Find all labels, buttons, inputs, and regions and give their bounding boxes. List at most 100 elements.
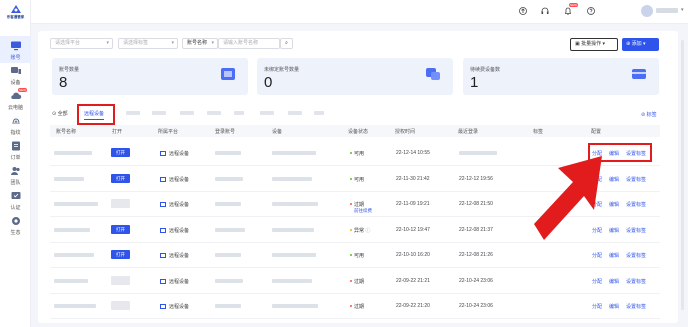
tab-blurred[interactable] (126, 111, 140, 115)
tag-manage-link[interactable]: ⊘ 标签 (641, 111, 657, 118)
remote-device-icon (160, 202, 166, 207)
sidebar-item-label: 生态 (10, 230, 21, 236)
open-button-disabled (111, 199, 130, 208)
status-dot (350, 177, 352, 180)
th-last-login: 最近登录 (458, 129, 479, 135)
highlight-box-tab (77, 104, 115, 125)
devices-icon (10, 67, 21, 74)
search-field-label: 账号名称 (187, 40, 208, 46)
sidebar-item[interactable]: 生态 (0, 211, 31, 238)
brand: 乐客通管家 (4, 4, 27, 20)
sidebar-item[interactable]: 团队 (0, 161, 31, 188)
edit-link[interactable]: 编辑 (609, 303, 619, 310)
assign-link[interactable]: 分配 (592, 278, 602, 285)
device-blurred (272, 176, 312, 181)
tab-blurred[interactable] (152, 111, 166, 115)
device-status: 过期 (350, 201, 364, 208)
table-row: 打开 远程设备 可用 22-10-10 16:20 22-12-08 21:26 分配 编辑… (50, 243, 660, 268)
team-icon (10, 167, 20, 175)
username-blurred[interactable] (656, 8, 678, 13)
status-label: 过期 (354, 304, 365, 310)
set-tag-link[interactable]: 设置标签 (626, 303, 646, 310)
edit-link[interactable]: 编辑 (609, 201, 619, 208)
open-button[interactable]: 打开 (111, 173, 130, 183)
tag-link-label: 标签 (646, 112, 657, 118)
platform-label: 远程设备 (169, 253, 190, 259)
open-button[interactable]: 打开 (111, 224, 130, 234)
edit-link[interactable]: 编辑 (609, 227, 619, 234)
platform-cell: 远程设备 (160, 201, 189, 208)
sidebar-item-label: 团队 (10, 180, 21, 186)
headset-icon[interactable] (540, 6, 550, 16)
set-tag-link[interactable]: 设置标签 (626, 252, 646, 259)
device-status: 过期 (350, 303, 364, 310)
assign-link[interactable]: 分配 (592, 252, 602, 259)
last-login: 22-12-08 21:26 (459, 252, 493, 258)
th-device-status: 设备状态 (348, 129, 369, 135)
stat-card-unbound: 未绑定账号数量 0 (257, 58, 453, 95)
status-label: 可用 (354, 151, 365, 157)
sidebar-item[interactable]: 认证 (0, 186, 31, 213)
batch-operation-button[interactable]: ▣ 批量操作 ▾ (570, 38, 618, 51)
tab-blurred[interactable] (314, 111, 324, 115)
tab-blurred[interactable] (180, 111, 194, 115)
auth-time: 22-09-22 21:21 (396, 277, 430, 284)
tab-blurred[interactable] (207, 111, 221, 115)
sidebar-item[interactable]: 云电脑 NEW (0, 86, 31, 113)
avatar[interactable] (641, 5, 653, 17)
set-tag-link[interactable]: 设置标签 (626, 278, 646, 285)
login-account-blurred (215, 253, 241, 257)
info-icon[interactable]: ⓘ (365, 228, 370, 234)
tab-blurred[interactable] (260, 111, 274, 115)
monitor-icon (10, 41, 21, 51)
add-button[interactable]: ⊕ 添加 ▾ (622, 38, 659, 51)
verify-icon (11, 192, 20, 199)
edit-link[interactable]: 编辑 (609, 252, 619, 259)
assign-link[interactable]: 分配 (592, 303, 602, 310)
chevron-down-icon[interactable]: ▾ (681, 7, 684, 13)
set-tag-link[interactable]: 设置标签 (626, 227, 646, 234)
edit-link[interactable]: 编辑 (609, 176, 619, 183)
upload-icon[interactable] (518, 6, 528, 16)
bell-icon (564, 7, 572, 15)
sidebar-item[interactable]: 指纹 (0, 111, 31, 138)
sidebar-item[interactable]: 账号 (0, 36, 31, 63)
status-dot (350, 228, 352, 231)
new-badge: NEW (569, 3, 578, 7)
edit-link[interactable]: 编辑 (609, 278, 619, 285)
remote-device-icon (160, 227, 166, 233)
platform-label: 远程设备 (169, 176, 190, 183)
tab-blurred[interactable] (234, 111, 244, 115)
message-button[interactable]: NEW (563, 3, 578, 16)
open-button-disabled (111, 275, 130, 285)
account-name-blurred (54, 151, 92, 155)
brand-name: 乐客通管家 (6, 15, 25, 19)
open-button[interactable]: 打开 (111, 148, 130, 157)
tag-select[interactable]: 请选择标签 ▾ (118, 38, 178, 49)
help-icon[interactable] (586, 6, 596, 16)
device-blurred (272, 253, 316, 257)
platform-select[interactable]: 请选择平台 ▾ (50, 38, 113, 49)
search-input[interactable]: 请输入账号名称 (218, 38, 280, 49)
status-dot (350, 279, 352, 282)
tab-all[interactable]: ⊙ 全部 (52, 110, 68, 117)
set-tag-link[interactable]: 设置标签 (626, 176, 646, 183)
set-tag-link[interactable]: 设置标签 (626, 201, 646, 208)
device-status: 可用 (350, 176, 364, 183)
platform-cell: 远程设备 (160, 176, 189, 183)
sidebar: 乐客通管家 账号 设备 云电脑 NEW 指纹 订单团队 认证生态 (0, 0, 31, 327)
sidebar-item[interactable]: 设备 (0, 61, 31, 88)
unbound-card-icon (426, 68, 440, 80)
renew-link[interactable]: 前往续费 (354, 208, 372, 214)
stat-value: 8 (59, 74, 68, 91)
scrollbar[interactable] (681, 40, 684, 310)
open-button[interactable]: 打开 (111, 250, 130, 259)
search-button[interactable]: ⌕ (280, 38, 293, 49)
sidebar-item[interactable]: 订单 (0, 136, 31, 163)
search-field-select[interactable]: 账号名称 ▾ (182, 38, 218, 49)
status-label: 可用 (354, 253, 365, 259)
filter-tabs: ⊙ 全部 远程设备 (50, 108, 660, 122)
tab-blurred[interactable] (288, 111, 302, 115)
app-window: 乐客通管家 账号 设备 云电脑 NEW 指纹 订单 团队 认证 生态 NEW ▾ 请选择平台 ▾ … (0, 0, 688, 327)
th-device: 设备 (272, 129, 283, 135)
